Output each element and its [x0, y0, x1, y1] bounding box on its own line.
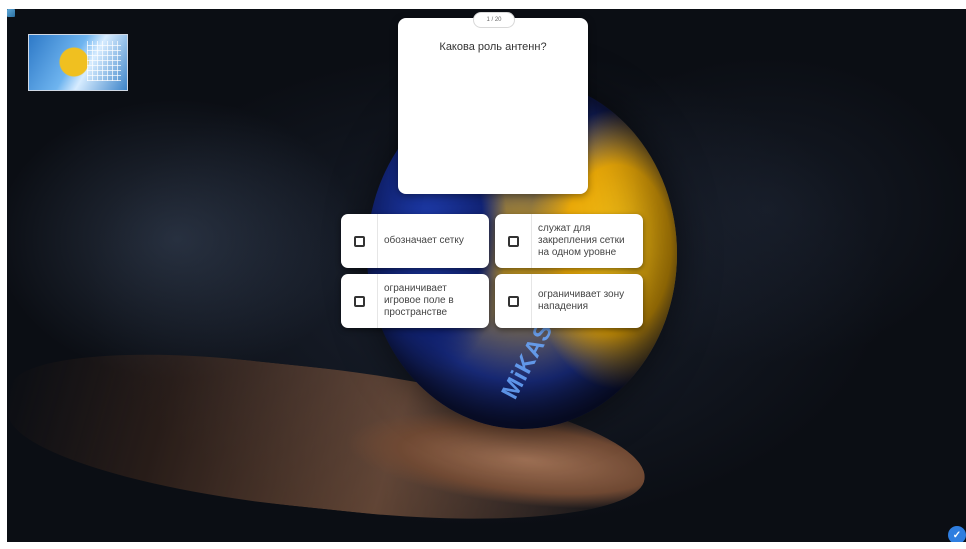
- answer-check-cell: [341, 274, 378, 328]
- answer-label: ограничивает зону нападения: [538, 289, 625, 312]
- image-placeholder-icon: [7, 9, 15, 17]
- checkbox-icon[interactable]: [507, 295, 519, 307]
- question-text: Какова роль антенн?: [439, 41, 547, 53]
- checkbox-icon[interactable]: [353, 295, 365, 307]
- checkbox-icon[interactable]: [353, 235, 365, 247]
- answer-option-1[interactable]: обозначает сетку: [341, 214, 489, 268]
- answer-label: ограничивает игровое поле в пространстве: [384, 283, 454, 318]
- checkbox-icon[interactable]: [507, 235, 519, 247]
- answer-option-2[interactable]: служат для закрепления сетки на одном ур…: [495, 214, 643, 268]
- quiz-stage: MiKASA 1 / 20 Какова роль антенн? обозна…: [7, 9, 966, 542]
- question-counter: 1 / 20: [473, 12, 515, 28]
- answer-check-cell: [495, 274, 532, 328]
- thumbnail-net: [87, 41, 121, 81]
- quiz-thumbnail: [28, 34, 128, 91]
- check-circle-icon: ✓: [952, 529, 962, 541]
- question-card: 1 / 20 Какова роль антенн?: [398, 12, 588, 194]
- submit-button[interactable]: ✓: [948, 526, 966, 542]
- answer-check-cell: [495, 214, 532, 268]
- answer-option-3[interactable]: ограничивает игровое поле в пространстве: [341, 274, 489, 328]
- answer-label: служат для закрепления сетки на одном ур…: [538, 223, 625, 258]
- answer-check-cell: [341, 214, 378, 268]
- answer-option-4[interactable]: ограничивает зону нападения: [495, 274, 643, 328]
- answer-label: обозначает сетку: [384, 235, 464, 246]
